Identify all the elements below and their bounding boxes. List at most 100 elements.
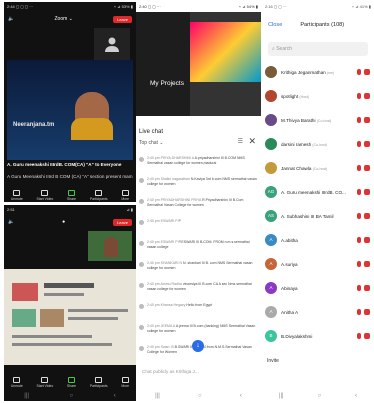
more-button[interactable]: More xyxy=(121,190,129,201)
status-time: 2:51 xyxy=(7,207,15,212)
recents-icon[interactable]: ||| xyxy=(24,393,29,399)
video-off-icon xyxy=(364,237,370,243)
start-video-button[interactable]: Start Video xyxy=(37,190,53,201)
share-icon xyxy=(68,190,76,196)
status-bar: 2:51 ⊿ ▮ xyxy=(4,205,136,215)
recents-icon[interactable]: ||| xyxy=(279,393,284,399)
back-icon[interactable]: ‹ xyxy=(355,393,357,399)
zoom-toolbar: Unmute Start Video Share Participants Mo… xyxy=(4,186,136,202)
participant-row[interactable]: A A.abitha xyxy=(262,228,374,252)
participants-button[interactable]: Participants xyxy=(90,377,108,388)
participant-row[interactable]: A Abinaya xyxy=(262,276,374,300)
more-icon xyxy=(121,190,129,196)
search-input[interactable]: ⌕ Search xyxy=(268,42,368,56)
shared-video: Neeranjana.tm xyxy=(7,60,133,160)
participants-title: Participants (108) xyxy=(300,22,345,28)
participant-row[interactable]: M.Thivya Barathi (Co-host) xyxy=(262,108,374,132)
participant-avatar xyxy=(94,28,130,60)
participant-row[interactable]: A A.suriya xyxy=(262,252,374,276)
video-off-icon xyxy=(364,165,370,171)
avatar xyxy=(265,138,277,150)
participant-row[interactable]: AS A. Subhashini III BA Tamil xyxy=(262,204,374,228)
chat-title: Live chat xyxy=(139,129,164,135)
youtube-live-panel: 2:40 ◻ ◻ ··· ⌁ ⊿ 54% ▮ My Projects Live … xyxy=(136,2,261,401)
participant-row[interactable]: spotlight (Host) xyxy=(262,84,374,108)
back-icon[interactable]: ‹ xyxy=(240,393,242,399)
video-off-icon xyxy=(364,189,370,195)
participant-row[interactable]: B B.Divyalakshmi xyxy=(262,324,374,348)
participants-panel: 2:16 ◻ ◻ ··· ⌁ ⊿ 41% ▮ Close Participant… xyxy=(262,2,374,401)
settings-icon[interactable]: ☰ xyxy=(238,138,243,145)
invite-button[interactable]: Invite xyxy=(267,358,279,364)
zoom-menu[interactable]: Zoom ⌄ xyxy=(54,16,72,22)
avatar xyxy=(265,114,277,126)
chat-message: 2:40 pm PRIYA DHARSHINI A A.priyadharshi… xyxy=(136,154,261,175)
unmute-button[interactable]: Unmute xyxy=(11,377,23,388)
mic-muted-icon xyxy=(357,237,361,243)
participant-row[interactable]: darsini ramesh (Co-host) xyxy=(262,132,374,156)
share-button[interactable]: Share xyxy=(67,377,76,388)
participant-row[interactable]: AG A. Guru meenakshi IIIrdB. CO... xyxy=(262,180,374,204)
back-icon[interactable]: ‹ xyxy=(114,393,116,399)
mic-icon xyxy=(13,377,21,383)
video-graphic xyxy=(190,22,261,82)
status-time: 2:40 ◻ ◻ ··· xyxy=(139,4,161,9)
share-button[interactable]: Share xyxy=(67,190,76,201)
more-button[interactable]: More xyxy=(121,377,129,388)
avatar: B xyxy=(265,330,277,342)
video-title: My Projects xyxy=(150,80,184,87)
unmute-button[interactable]: Unmute xyxy=(11,190,23,201)
more-icon xyxy=(121,377,129,383)
start-video-button[interactable]: Start Video xyxy=(37,377,53,388)
chat-message: 2:40 pm PRIYADHARSHINI PRIYA R.Priyadhar… xyxy=(136,196,261,217)
status-right: ⌁ ⊿ 41% ▮ xyxy=(351,4,371,9)
leave-button[interactable]: Leave xyxy=(113,15,132,23)
home-icon[interactable]: ○ xyxy=(318,393,322,399)
speaker-icon[interactable]: 🔈 xyxy=(8,219,14,225)
video-off-icon xyxy=(364,333,370,339)
speaker-icon[interactable]: 🔈 xyxy=(8,16,14,22)
avatar-icon xyxy=(139,178,144,183)
avatar xyxy=(265,90,277,102)
status-bar: 2:16 ◻ ◻ ··· ⌁ ⊿ 41% ▮ xyxy=(262,2,374,12)
video-off-icon xyxy=(364,309,370,315)
avatar: AS xyxy=(265,210,277,222)
slide-text xyxy=(44,293,84,296)
participants-header: Close Participants (108) xyxy=(262,14,374,36)
home-icon[interactable]: ○ xyxy=(198,393,202,399)
slide-image xyxy=(40,309,64,327)
video-off-icon xyxy=(364,93,370,99)
leave-button[interactable]: Leave xyxy=(113,218,132,226)
status-bar: 2:40 ◻ ◻ ··· ⌁ ⊿ 54% ▮ xyxy=(136,2,261,12)
chat-message: 2:40 pm Khansa Hegazy Hello from Egypt xyxy=(136,301,261,322)
collage: 2:44 ◻ ◻ ◻ ··· ⌁ ⊿ 53% ▮ 🔈 Zoom ⌄ Leave … xyxy=(0,0,374,403)
chat-message: 2:40 pm SHANKARI N N. shankari III B. co… xyxy=(136,259,261,280)
chat-caption-sender: A. Guru meenakshi IIIrdB. COM(CA) "A" to… xyxy=(7,162,122,167)
scroll-down-icon[interactable]: ↓ xyxy=(192,340,204,352)
live-video[interactable]: My Projects xyxy=(136,12,261,116)
chat-input[interactable]: Chat publicly as Krithiga J... xyxy=(136,364,261,378)
participant-row[interactable]: A Anitha A xyxy=(262,300,374,324)
participant-row[interactable]: Jannat Chawla (Co-host) xyxy=(262,156,374,180)
home-icon[interactable]: ○ xyxy=(70,393,74,399)
zoom-logo-icon: ● xyxy=(62,219,66,225)
status-time: 2:44 ◻ ◻ ◻ ··· xyxy=(7,4,34,9)
recents-icon[interactable]: ||| xyxy=(155,393,160,399)
close-button[interactable]: Close xyxy=(268,22,282,28)
mic-muted-icon xyxy=(357,261,361,267)
zoom-meeting-panel-top: 2:44 ◻ ◻ ◻ ··· ⌁ ⊿ 53% ▮ 🔈 Zoom ⌄ Leave … xyxy=(4,2,136,202)
close-icon[interactable]: ✕ xyxy=(248,136,256,147)
participants-button[interactable]: Participants xyxy=(90,190,108,201)
chat-message: 2:40 pm Ammu Radha vinoesiya III B.com C… xyxy=(136,280,261,301)
slide-heading xyxy=(44,283,94,288)
mic-muted-icon xyxy=(357,309,361,315)
avatar-icon xyxy=(139,199,144,204)
mic-muted-icon xyxy=(357,93,361,99)
zoom-toolbar: Unmute Start Video Share Participants Mo… xyxy=(4,373,136,389)
top-chat-dropdown[interactable]: Top chat ⌄ xyxy=(139,140,163,146)
status-time: 2:16 ◻ ◻ ··· xyxy=(265,4,287,9)
user-icon xyxy=(105,37,119,52)
camera-icon xyxy=(41,190,49,196)
avatar-icon xyxy=(139,241,144,246)
participant-row[interactable]: Krithiga Jeganmathan (me) xyxy=(262,60,374,84)
